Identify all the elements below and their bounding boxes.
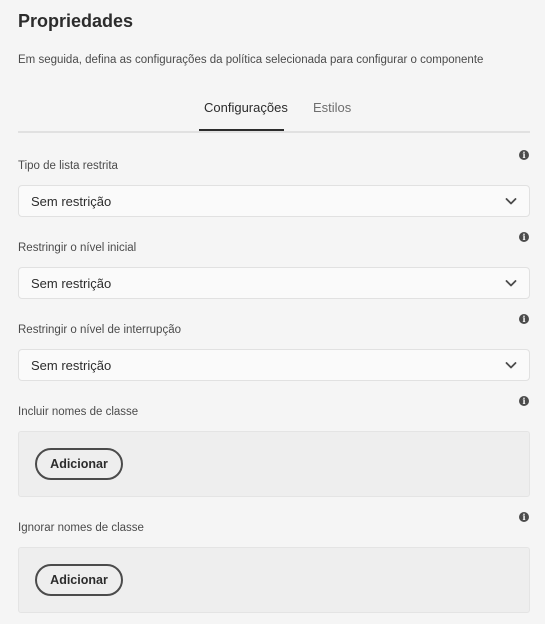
tab-estilos[interactable]: Estilos xyxy=(313,100,351,133)
chevron-down-icon xyxy=(505,362,517,369)
stop-level-select[interactable]: Sem restrição xyxy=(18,349,530,381)
include-classes-add-button[interactable]: Adicionar xyxy=(35,448,123,480)
ignore-classes-add-button[interactable]: Adicionar xyxy=(35,564,123,596)
list-type-label: Tipo de lista restrita xyxy=(18,160,118,172)
stop-level-label: Restringir o nível de interrupção xyxy=(18,324,181,336)
chevron-down-icon xyxy=(505,198,517,205)
start-level-label: Restringir o nível inicial xyxy=(18,242,137,254)
info-icon[interactable]: i xyxy=(519,512,529,522)
info-icon[interactable]: i xyxy=(519,314,529,324)
info-icon[interactable]: i xyxy=(519,232,529,242)
ignore-classes-label: Ignorar nomes de classe xyxy=(18,522,144,534)
info-icon[interactable]: i xyxy=(519,150,529,160)
start-level-select[interactable]: Sem restrição xyxy=(18,267,530,299)
start-level-value: Sem restrição xyxy=(31,276,112,291)
page-title: Propriedades xyxy=(18,11,134,31)
active-tab-indicator xyxy=(199,129,284,131)
list-type-value: Sem restrição xyxy=(31,194,112,209)
tab-bar: Configurações Estilos xyxy=(18,95,530,133)
properties-panel: Propriedades Em seguida, defina as confi… xyxy=(0,0,545,624)
stop-level-value: Sem restrição xyxy=(31,358,112,373)
include-classes-multifield: Adicionar xyxy=(18,431,530,497)
include-classes-label: Incluir nomes de classe xyxy=(18,406,139,418)
list-type-select[interactable]: Sem restrição xyxy=(18,185,530,217)
chevron-down-icon xyxy=(505,280,517,287)
info-icon[interactable]: i xyxy=(519,396,529,406)
ignore-classes-multifield: Adicionar xyxy=(18,547,530,613)
page-subtitle: Em seguida, defina as configurações da p… xyxy=(18,54,484,66)
